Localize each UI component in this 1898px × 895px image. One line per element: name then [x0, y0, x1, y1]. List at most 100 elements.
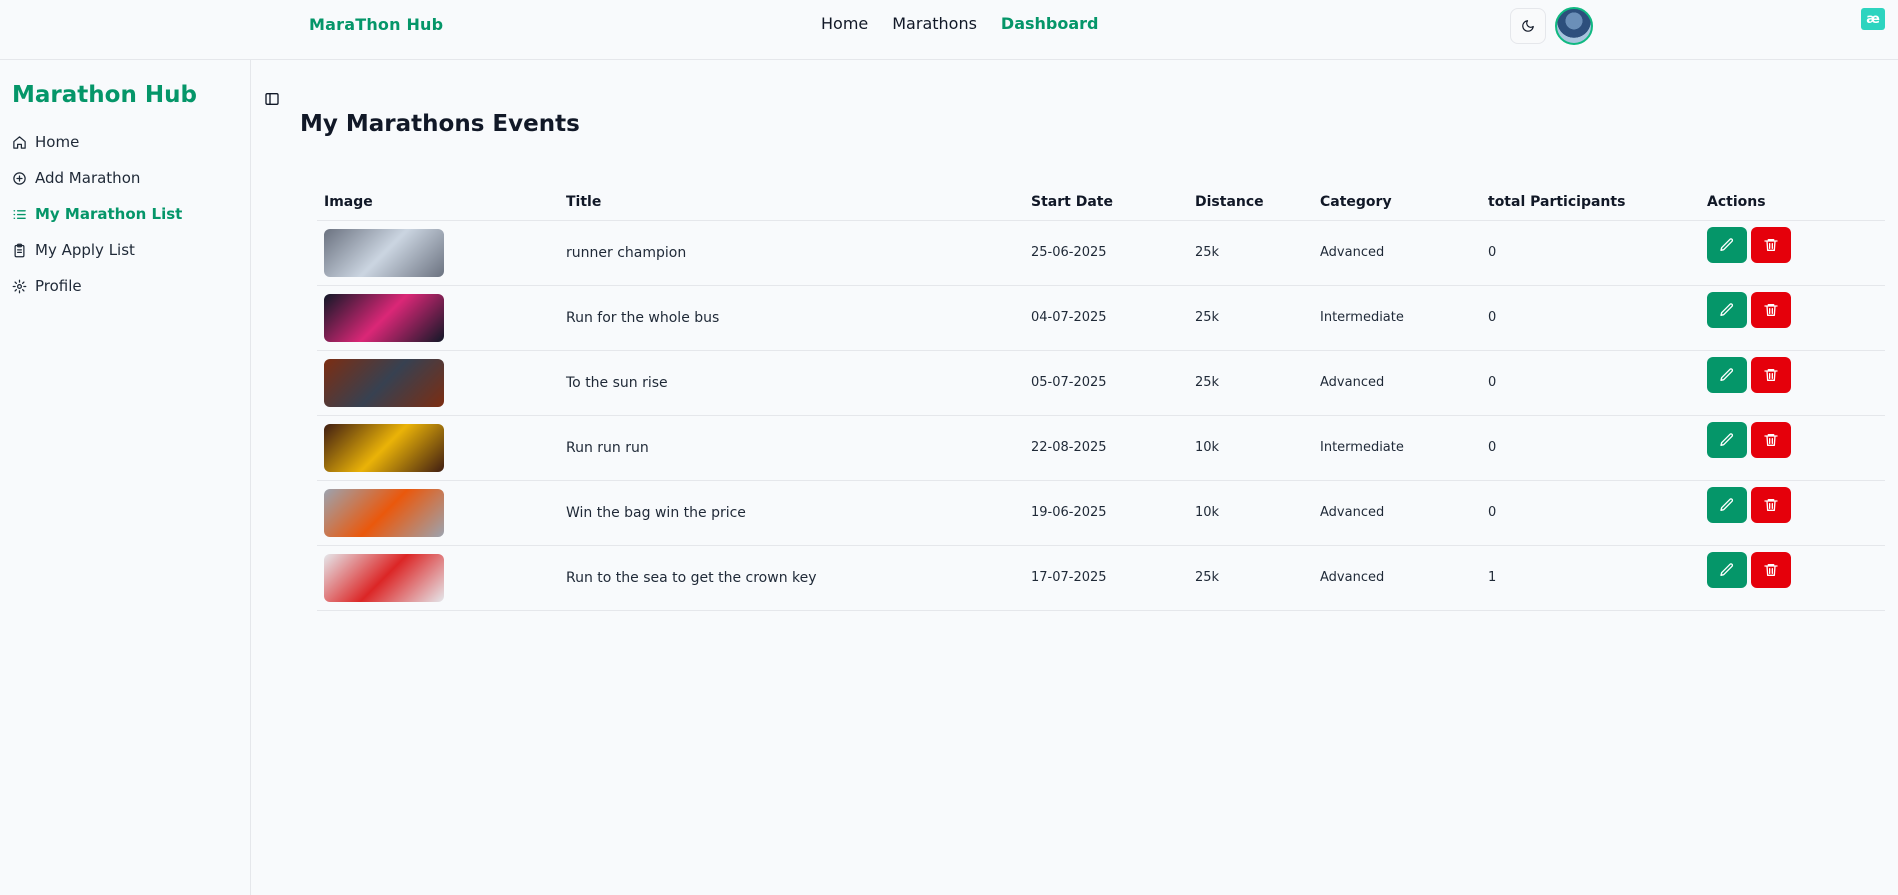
edit-button[interactable] [1707, 421, 1747, 458]
row-start-date: 17-07-2025 [1024, 545, 1188, 611]
row-start-date: 04-07-2025 [1024, 285, 1188, 351]
trash-icon [1764, 563, 1778, 576]
row-actions [1700, 415, 1885, 481]
clipboard-icon [14, 243, 25, 257]
sidebar-item-my-apply-list[interactable]: My Apply List [12, 232, 182, 268]
row-distance: 10k [1188, 480, 1313, 546]
sidebar-item-label: Profile [35, 277, 82, 295]
trash-icon [1764, 368, 1778, 381]
sidebar-brand: Marathon Hub [12, 82, 197, 108]
row-distance: 25k [1188, 545, 1313, 611]
column-header-actions: Actions [1700, 185, 1885, 221]
pencil-icon [1720, 432, 1734, 446]
sidebar-item-profile[interactable]: Profile [12, 268, 182, 304]
column-header-title: Title [559, 185, 1024, 221]
delete-button[interactable] [1751, 486, 1791, 523]
theme-toggle-button[interactable] [1510, 8, 1546, 44]
gear-icon [12, 279, 27, 293]
user-avatar[interactable] [1555, 7, 1593, 45]
row-image-cell [317, 415, 559, 481]
sidebar-item-home[interactable]: Home [12, 124, 182, 160]
table-row: Run run run 22-08-2025 10k Intermediate 0 [317, 415, 1885, 481]
pencil-icon [1720, 367, 1734, 381]
row-title: Run for the whole bus [559, 285, 1024, 351]
sidebar: Marathon Hub Home Add Marathon My Marath… [0, 60, 251, 895]
row-start-date: 05-07-2025 [1024, 350, 1188, 416]
delete-button[interactable] [1751, 421, 1791, 458]
sidebar-item-add-marathon[interactable]: Add Marathon [12, 160, 182, 196]
row-title: Win the bag win the price [559, 480, 1024, 546]
pencil-icon [1720, 562, 1734, 576]
brand-logo-text[interactable]: MaraThon Hub [309, 15, 443, 34]
sidebar-item-label: My Marathon List [35, 205, 183, 223]
plus-circle-icon [13, 171, 26, 185]
row-start-date: 22-08-2025 [1024, 415, 1188, 481]
row-category: Advanced [1313, 350, 1481, 416]
list-icon [13, 209, 26, 219]
delete-button[interactable] [1751, 226, 1791, 263]
edit-button[interactable] [1707, 291, 1747, 328]
row-title: runner champion [559, 220, 1024, 286]
column-header-distance: Distance [1188, 185, 1313, 221]
sidebar-toggle-icon[interactable] [264, 91, 280, 107]
trash-icon [1764, 238, 1778, 251]
table-row: To the sun rise 05-07-2025 25k Advanced 0 [317, 350, 1885, 416]
sidebar-item-label: Add Marathon [35, 169, 141, 187]
edit-button[interactable] [1707, 551, 1747, 588]
delete-button[interactable] [1751, 291, 1791, 328]
row-title: Run run run [559, 415, 1024, 481]
row-category: Intermediate [1313, 285, 1481, 351]
marathon-thumbnail [324, 488, 444, 537]
main-nav: Home Marathons Dashboard [821, 14, 1099, 33]
row-category: Advanced [1313, 220, 1481, 286]
edit-button[interactable] [1707, 356, 1747, 393]
extension-badge-icon[interactable]: æ [1861, 8, 1885, 30]
row-image-cell [317, 480, 559, 546]
column-header-image: Image [317, 185, 559, 221]
moon-icon [1522, 20, 1534, 32]
pencil-icon [1720, 237, 1734, 251]
row-actions [1700, 480, 1885, 546]
delete-button[interactable] [1751, 551, 1791, 588]
trash-icon [1764, 498, 1778, 511]
table-row: Run for the whole bus 04-07-2025 25k Interm… [317, 285, 1885, 351]
table-header-row: Image Title Start Date Distance Category… [317, 185, 1885, 221]
column-header-start-date: Start Date [1024, 185, 1188, 221]
sidebar-item-my-marathon-list[interactable]: My Marathon List [12, 196, 182, 232]
nav-link-dashboard[interactable]: Dashboard [1001, 14, 1099, 33]
edit-button[interactable] [1707, 226, 1747, 263]
marathon-thumbnail [324, 293, 444, 342]
nav-link-marathons[interactable]: Marathons [892, 14, 977, 33]
row-title: Run to the sea to get the crown key [559, 545, 1024, 611]
nav-link-home[interactable]: Home [821, 14, 868, 33]
row-start-date: 19-06-2025 [1024, 480, 1188, 546]
marathon-thumbnail [324, 228, 444, 277]
row-image-cell [317, 220, 559, 286]
pencil-icon [1720, 302, 1734, 316]
marathon-thumbnail [324, 553, 444, 602]
row-participants: 0 [1481, 415, 1700, 481]
pencil-icon [1720, 497, 1734, 511]
row-actions [1700, 350, 1885, 416]
sidebar-item-label: My Apply List [35, 241, 135, 259]
row-distance: 25k [1188, 350, 1313, 416]
edit-button[interactable] [1707, 486, 1747, 523]
marathon-thumbnail [324, 358, 444, 407]
table-row: Run to the sea to get the crown key 17-07… [317, 545, 1885, 611]
row-category: Advanced [1313, 480, 1481, 546]
row-participants: 0 [1481, 480, 1700, 546]
table-row: Win the bag win the price 19-06-2025 10k Ad… [317, 480, 1885, 546]
page-title: My Marathons Events [300, 111, 580, 137]
row-actions [1700, 285, 1885, 351]
row-actions [1700, 545, 1885, 611]
delete-button[interactable] [1751, 356, 1791, 393]
sidebar-menu: Home Add Marathon My Marathon List My Ap… [12, 124, 182, 304]
column-header-category: Category [1313, 185, 1481, 221]
row-start-date: 25-06-2025 [1024, 220, 1188, 286]
row-distance: 10k [1188, 415, 1313, 481]
row-category: Advanced [1313, 545, 1481, 611]
home-icon [13, 135, 26, 149]
row-participants: 0 [1481, 285, 1700, 351]
row-image-cell [317, 350, 559, 416]
row-image-cell [317, 545, 559, 611]
